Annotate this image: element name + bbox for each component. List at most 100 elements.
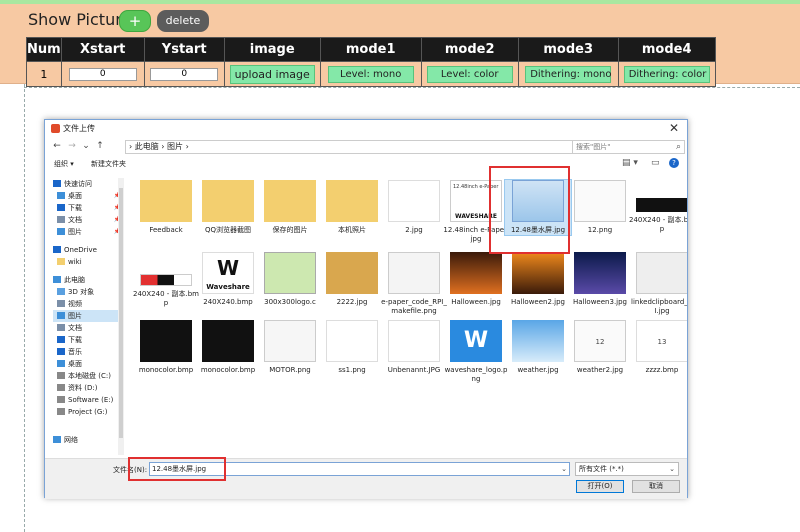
up-arrow-icon[interactable]: ↑ <box>94 140 106 153</box>
file-item[interactable]: Halloween2.jpg <box>505 252 571 307</box>
organize-menu[interactable]: 组织 ▾ <box>54 159 74 169</box>
file-name: Feedback <box>149 226 183 234</box>
view-options-icon[interactable]: ▤ ▾ <box>622 158 638 168</box>
sidebar-item[interactable]: Software (E:) <box>53 394 123 406</box>
header-num: Num <box>26 37 62 62</box>
network-icon <box>53 436 61 443</box>
sidebar-item[interactable]: 下载 <box>53 334 123 346</box>
forward-arrow-icon[interactable]: → <box>66 140 78 153</box>
sidebar-item[interactable]: 文档📌 <box>53 214 123 226</box>
file-name: e-paper_code_RPI_makefile.png <box>381 298 447 315</box>
folder-icon <box>264 180 316 222</box>
mode3-button[interactable]: Dithering: mono <box>525 65 612 83</box>
file-item[interactable]: QQ浏览器截图 <box>195 180 261 235</box>
sidebar-item[interactable]: Project (G:) <box>53 406 123 418</box>
file-name: weather.jpg <box>517 366 559 374</box>
filename-dropdown-icon[interactable]: ⌄ <box>561 463 567 475</box>
filename-label: 文件名(N): <box>113 466 148 474</box>
file-item[interactable]: MOTOR.png <box>257 320 323 375</box>
delete-button[interactable]: delete <box>157 10 209 32</box>
file-item[interactable]: 240X240 - 副本.bmp <box>629 180 687 234</box>
mode1-button[interactable]: Level: mono <box>327 65 414 83</box>
cancel-button[interactable]: 取消 <box>632 480 680 493</box>
file-name: MOTOR.png <box>269 366 311 374</box>
file-item[interactable]: linkedclipboard_UI.jpg <box>629 252 687 316</box>
filename-input[interactable]: 12.48墨水屏.jpg ⌄ <box>149 462 570 476</box>
sidebar-item[interactable]: 3D 对象 <box>53 286 123 298</box>
file-item[interactable]: 2222.jpg <box>319 252 385 307</box>
xstart-input[interactable]: 0 <box>68 67 137 81</box>
sidebar-item[interactable]: 网络 <box>53 434 123 446</box>
table-header-row: Num Xstart Ystart image mode1 mode2 mode… <box>26 37 716 62</box>
sidebar-item[interactable]: 桌面 <box>53 358 123 370</box>
file-item[interactable]: 240X240 - 副本.bmp <box>133 252 199 308</box>
image-thumbnail <box>388 320 440 362</box>
file-item[interactable]: Feedback <box>133 180 199 235</box>
help-icon[interactable]: ? <box>669 158 679 168</box>
file-item[interactable]: 本机照片 <box>319 180 385 235</box>
sidebar-item[interactable]: 桌面📌 <box>53 190 123 202</box>
file-item[interactable]: Unbenannt.JPG <box>381 320 447 375</box>
file-item[interactable]: 保存的图片 <box>257 180 323 235</box>
sidebar-item[interactable]: 本地磁盘 (C:) <box>53 370 123 382</box>
header-mode1: mode1 <box>319 37 422 62</box>
address-path: › 此电脑 › 图片 › <box>129 142 189 151</box>
file-name: 本机照片 <box>338 226 366 234</box>
image-cell: upload image <box>223 61 321 87</box>
mode4-button[interactable]: Dithering: color <box>623 65 710 83</box>
sidebar-item-label: Software (E:) <box>68 396 114 404</box>
file-item[interactable]: e-paper_code_RPI_makefile.png <box>381 252 447 316</box>
sidebar-item[interactable]: 快速访问 <box>53 178 123 190</box>
ystart-input[interactable]: 0 <box>150 67 219 81</box>
address-bar[interactable]: › 此电脑 › 图片 › ↻ <box>125 140 599 154</box>
file-item[interactable]: 300x300logo.c <box>257 252 323 307</box>
file-item[interactable]: Wwaveshare_logo.png <box>443 320 509 384</box>
folder-icon <box>326 180 378 222</box>
file-item[interactable]: Halloween3.jpg <box>567 252 633 307</box>
file-item[interactable]: W Waveshare 240X240.bmp <box>195 252 261 307</box>
sidebar-item-label: 下载 <box>68 204 82 212</box>
sidebar-item[interactable]: 图片📌 <box>53 226 123 238</box>
file-item[interactable]: 12.48墨水屏.jpg <box>504 179 572 236</box>
sidebar-item[interactable]: OneDrive <box>53 244 123 256</box>
file-item[interactable]: 12.png <box>567 180 633 235</box>
add-button[interactable]: + <box>119 10 151 32</box>
back-arrow-icon[interactable]: ← <box>51 140 63 153</box>
file-item[interactable]: 2.jpg <box>381 180 447 235</box>
sidebar-item-label: 快速访问 <box>64 180 92 188</box>
sidebar-scrollbar[interactable] <box>118 178 124 455</box>
config-table: Num Xstart Ystart image mode1 mode2 mode… <box>26 37 716 87</box>
sidebar-item[interactable]: 视频 <box>53 298 123 310</box>
file-name: 12.48墨水屏.jpg <box>510 226 566 234</box>
navigation-pane: 快速访问桌面📌下载📌文档📌图片📌 OneDrivewiki 此电脑3D 对象视频图片… <box>53 178 123 455</box>
sidebar-item[interactable]: 此电脑 <box>53 274 123 286</box>
file-item[interactable]: ss1.png <box>319 320 385 375</box>
header-ystart: Ystart <box>143 37 225 62</box>
file-upload-dialog: 文件上传 ✕ ← → ⌄ ↑ › 此电脑 › 图片 › ↻ 搜索"图片" ⌕ 组… <box>44 119 688 499</box>
sidebar-item[interactable]: 音乐 <box>53 346 123 358</box>
file-item[interactable]: Halloween.jpg <box>443 252 509 307</box>
file-item[interactable]: 12.48inch e-Paper WAVESHARE 12.48inch e-Pa… <box>443 180 509 244</box>
close-icon[interactable]: ✕ <box>667 121 681 135</box>
sidebar-scroll-thumb[interactable] <box>119 188 123 438</box>
upload-image-button[interactable]: upload image <box>229 64 315 84</box>
file-item[interactable]: 12 weather2.jpg <box>567 320 633 375</box>
recent-dropdown-icon[interactable]: ⌄ <box>80 140 92 153</box>
filetype-select[interactable]: 所有文件 (*.*) ⌄ <box>575 462 679 476</box>
dialog-titlebar: 文件上传 ✕ <box>45 120 687 137</box>
file-item[interactable]: monocolor.bmp <box>195 320 261 375</box>
preview-pane-icon[interactable]: ▭ <box>651 158 660 168</box>
sidebar-item[interactable]: wiki <box>53 256 123 268</box>
file-item[interactable]: weather.jpg <box>505 320 571 375</box>
sidebar-item[interactable]: 文档 <box>53 322 123 334</box>
sidebar-item[interactable]: 下载📌 <box>53 202 123 214</box>
sidebar-item[interactable]: 资料 (D:) <box>53 382 123 394</box>
file-item[interactable]: 13 zzzz.bmp <box>629 320 687 375</box>
sidebar-item[interactable]: 图片 <box>53 310 123 322</box>
mode2-button[interactable]: Level: color <box>426 65 513 83</box>
open-button[interactable]: 打开(O) <box>576 480 624 493</box>
search-input[interactable]: 搜索"图片" ⌕ <box>572 140 685 154</box>
sidebar-item-label: 桌面 <box>68 192 82 200</box>
new-folder-button[interactable]: 新建文件夹 <box>91 159 126 169</box>
file-item[interactable]: monocolor.bmp <box>133 320 199 375</box>
